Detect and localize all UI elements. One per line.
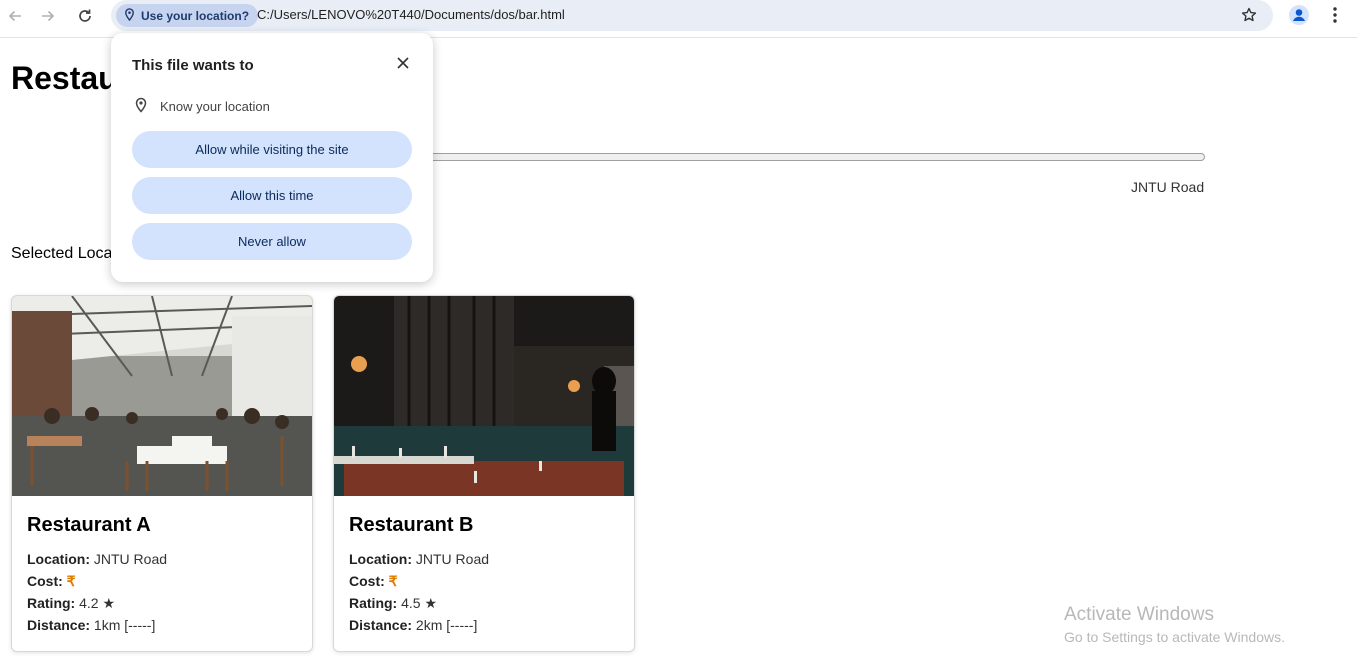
activation-watermark-subtitle: Go to Settings to activate Windows.: [1064, 629, 1285, 645]
location-slider[interactable]: [398, 153, 1205, 161]
distance-row: Distance: 1km [-----]: [27, 617, 156, 633]
never-allow-button[interactable]: Never allow: [132, 223, 412, 260]
restaurant-name: Restaurant A: [27, 514, 151, 536]
star-icon[interactable]: [1239, 5, 1259, 25]
restaurant-card[interactable]: Restaurant A Location: JNTU Road Cost: ₹…: [11, 295, 313, 652]
restaurant-photo: [12, 296, 312, 496]
restaurant-name: Restaurant B: [349, 514, 474, 536]
allow-while-visiting-button[interactable]: Allow while visiting the site: [132, 131, 412, 168]
slider-label: JNTU Road: [1131, 179, 1205, 195]
address-bar[interactable]: Use your location? C:/Users/LENOVO%20T44…: [111, 0, 1273, 31]
allow-this-time-button[interactable]: Allow this time: [132, 177, 412, 214]
permission-row: Know your location: [133, 97, 270, 116]
location-permission-popup: This file wants to Know your location Al…: [111, 33, 433, 282]
more-icon[interactable]: [1325, 4, 1345, 26]
close-icon[interactable]: [394, 54, 412, 72]
popup-title: This file wants to: [132, 57, 254, 74]
url-text[interactable]: C:/Users/LENOVO%20T440/Documents/dos/bar…: [257, 7, 565, 22]
restaurant-card[interactable]: Restaurant B Location: JNTU Road Cost: ₹…: [333, 295, 635, 652]
back-icon[interactable]: [2, 3, 28, 29]
location-pin-icon: [123, 7, 136, 24]
profile-icon[interactable]: [1288, 4, 1310, 26]
location-row: Location: JNTU Road: [27, 551, 168, 567]
reload-icon[interactable]: [72, 3, 98, 29]
location-permission-chip[interactable]: Use your location?: [116, 4, 259, 27]
rating-row: Rating: 4.2 ★: [27, 595, 116, 611]
cost-row: Cost: ₹: [27, 573, 76, 589]
location-pin-icon: [133, 97, 149, 116]
restaurant-photo: [334, 296, 634, 496]
rating-row: Rating: 4.5 ★: [349, 595, 438, 611]
location-chip-label: Use your location?: [141, 8, 250, 23]
forward-icon[interactable]: [35, 3, 61, 29]
cost-row: Cost: ₹: [349, 573, 398, 589]
activation-watermark-title: Activate Windows: [1064, 604, 1214, 625]
permission-text: Know your location: [160, 99, 270, 114]
location-row: Location: JNTU Road: [349, 551, 490, 567]
distance-row: Distance: 2km [-----]: [349, 617, 478, 633]
